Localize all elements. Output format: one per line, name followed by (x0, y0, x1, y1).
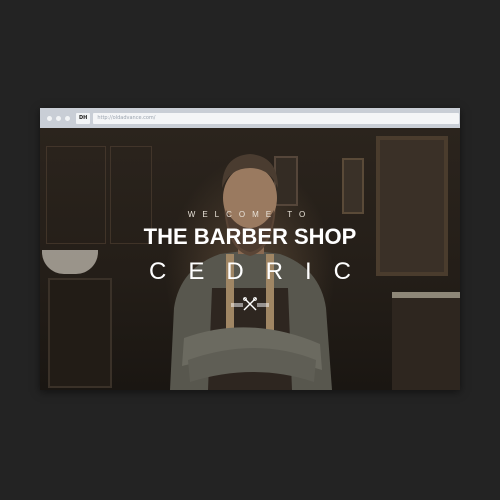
hero-section: WELCOME TO THE BARBER SHOP CEDRIC (40, 128, 460, 390)
hero-overlay: WELCOME TO THE BARBER SHOP CEDRIC (40, 128, 460, 390)
browser-window: DH http://oldadvance.com/ WELCOME TO THE… (40, 108, 460, 390)
window-minimize-dot[interactable] (56, 115, 61, 121)
window-maximize-dot[interactable] (65, 115, 70, 121)
scissors-razor-emblem-icon (231, 297, 269, 311)
site-favicon: DH (76, 112, 91, 124)
hero-title: THE BARBER SHOP (143, 224, 357, 249)
window-close-dot[interactable] (47, 115, 52, 121)
welcome-text: WELCOME TO (187, 210, 313, 219)
browser-toolbar: DH http://oldadvance.com/ (40, 108, 460, 128)
shop-name: CEDRIC (148, 258, 373, 285)
address-bar[interactable]: http://oldadvance.com/ (93, 112, 460, 124)
